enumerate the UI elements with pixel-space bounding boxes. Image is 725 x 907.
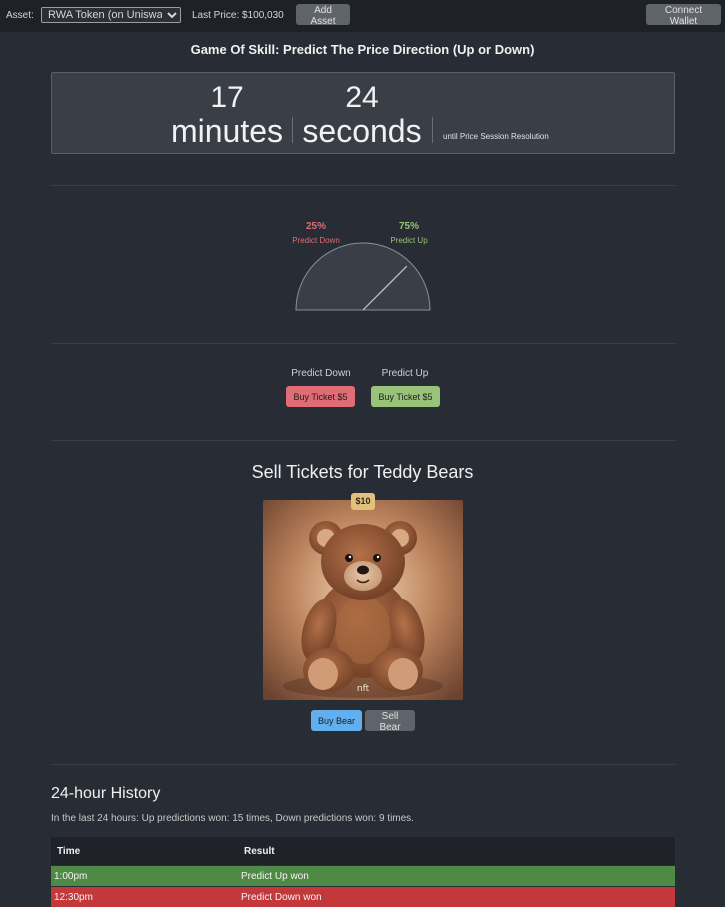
up-percentage: 75% bbox=[398, 221, 419, 232]
until-text: until Price Session Resolution bbox=[443, 132, 549, 141]
column-header-result: Result bbox=[244, 846, 275, 857]
history-table-header: Time Result bbox=[51, 837, 675, 865]
add-asset-button[interactable]: Add Asset bbox=[296, 4, 350, 27]
history-table: Time Result 1:00pm Predict Up won 12:30p… bbox=[51, 837, 675, 907]
column-header-time: Time bbox=[57, 846, 81, 857]
minutes-label: minutes bbox=[170, 113, 284, 149]
buy-down-ticket-button[interactable]: Buy Ticket $5 bbox=[286, 386, 355, 407]
history-summary: In the last 24 hours: Up predictions won… bbox=[51, 813, 414, 824]
down-percentage: 25% bbox=[305, 221, 326, 232]
teddy-bear-nft-image: nft bbox=[263, 500, 463, 700]
divider bbox=[51, 185, 675, 186]
table-row: 12:30pm Predict Down won bbox=[51, 886, 675, 907]
row-result: Predict Up won bbox=[241, 871, 309, 882]
last-price: Last Price: $100,030 bbox=[192, 10, 284, 21]
asset-select[interactable]: RWA Token (on Uniswap) bbox=[41, 7, 181, 23]
divider bbox=[51, 343, 675, 344]
predict-down-label: Predict Down bbox=[291, 368, 351, 379]
sell-bear-button[interactable]: Sell Bear bbox=[365, 710, 415, 733]
row-result: Predict Down won bbox=[241, 892, 322, 903]
seconds-value: 24 bbox=[345, 81, 379, 114]
teddy-bear-illustration: nft bbox=[263, 500, 463, 700]
minutes-value: 17 bbox=[210, 81, 244, 114]
row-time: 1:00pm bbox=[54, 871, 88, 882]
price-badge: $10 bbox=[351, 493, 375, 510]
prediction-gauge bbox=[295, 242, 431, 311]
row-time: 12:30pm bbox=[54, 892, 93, 903]
connect-wallet-button[interactable]: Connect Wallet bbox=[646, 4, 721, 27]
countdown-divider bbox=[432, 117, 433, 143]
sell-section-title: Sell Tickets for Teddy Bears bbox=[251, 462, 474, 482]
history-title: 24-hour History bbox=[51, 785, 161, 802]
countdown-divider bbox=[292, 117, 293, 143]
asset-label: Asset: bbox=[6, 10, 34, 21]
seconds-label: seconds bbox=[302, 113, 422, 149]
top-bar: Asset: RWA Token (on Uniswap) Last Price… bbox=[0, 0, 725, 32]
predict-up-label: Predict Up bbox=[381, 368, 429, 379]
buy-up-ticket-button[interactable]: Buy Ticket $5 bbox=[371, 386, 440, 407]
countdown-panel: 17 minutes 24 seconds until Price Sessio… bbox=[51, 72, 675, 154]
table-row: 1:00pm Predict Up won bbox=[51, 865, 675, 886]
divider bbox=[51, 764, 675, 765]
gauge-arc bbox=[295, 242, 431, 311]
buy-bear-button[interactable]: Buy Bear bbox=[311, 710, 362, 731]
divider bbox=[51, 440, 675, 441]
nft-tag: nft bbox=[357, 684, 370, 694]
page-title: Game Of Skill: Predict The Price Directi… bbox=[190, 42, 535, 57]
